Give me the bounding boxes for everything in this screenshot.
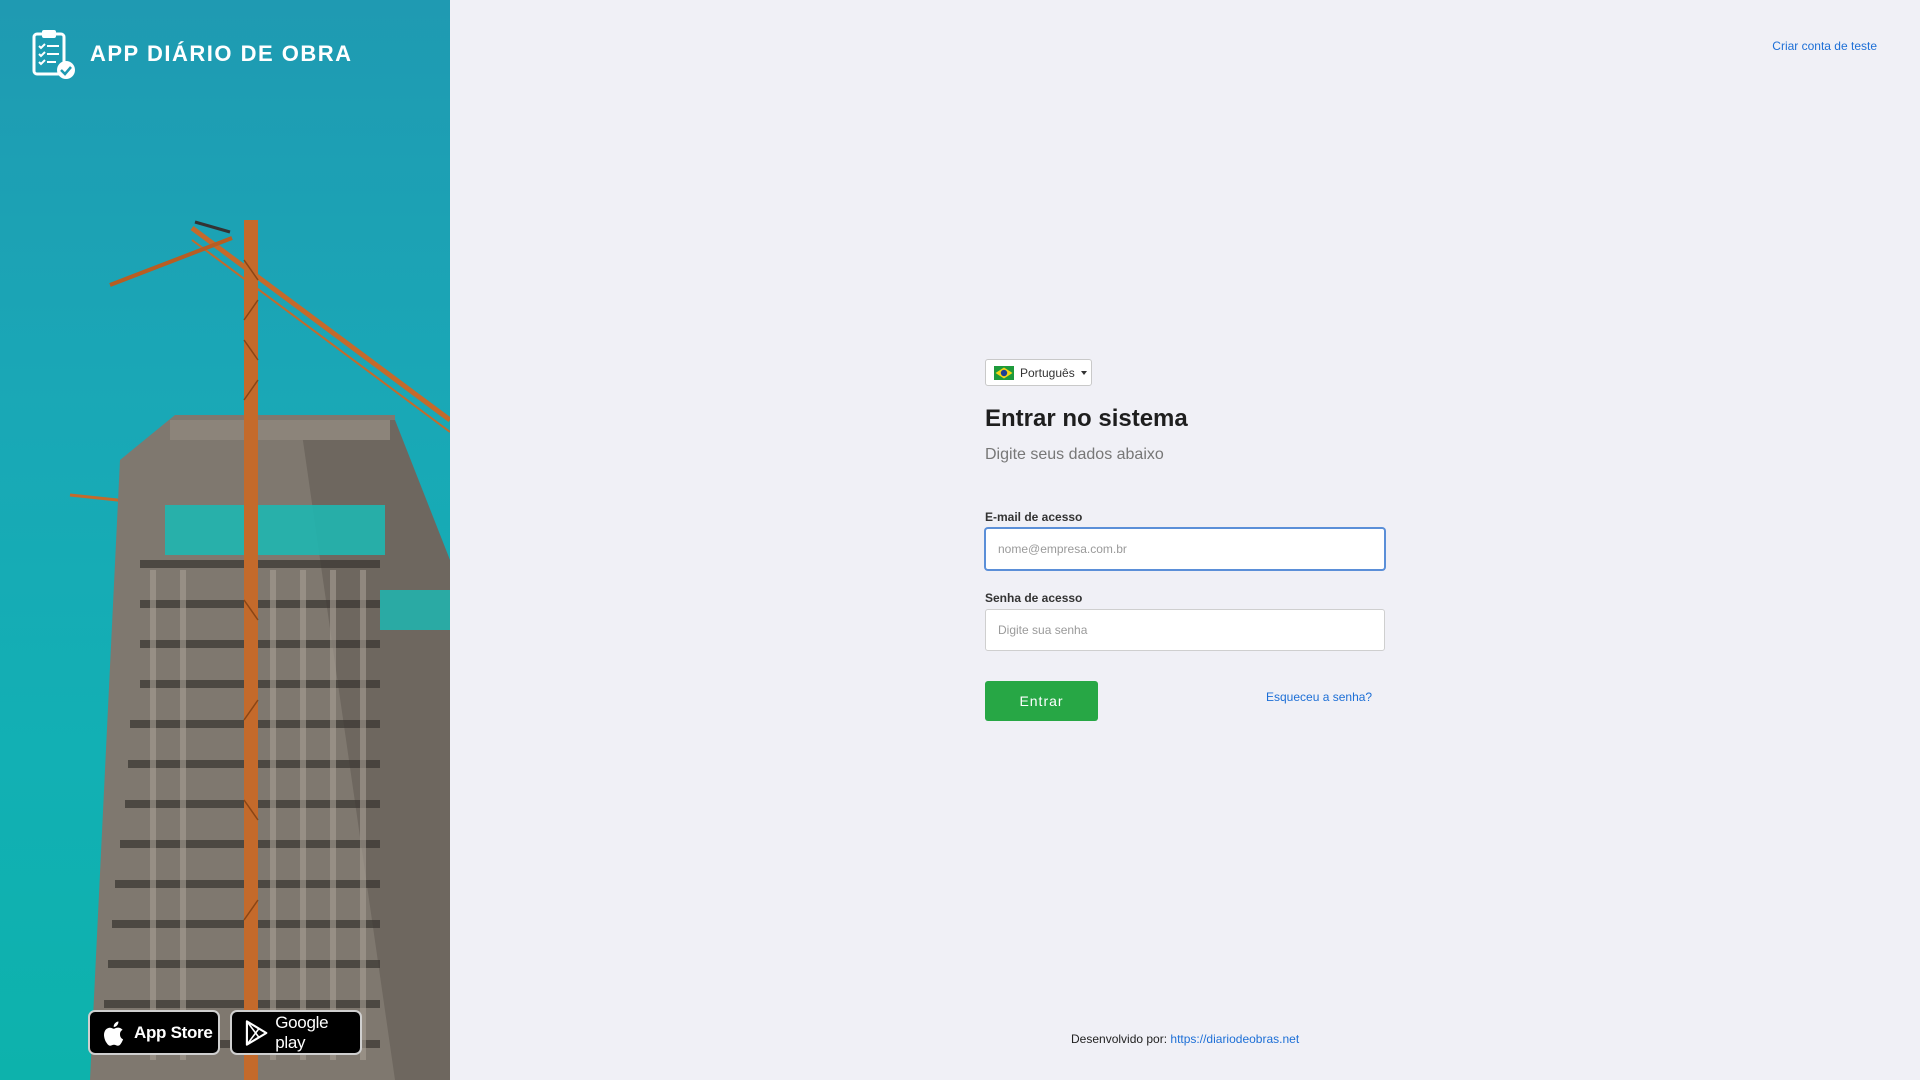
page-subtitle: Digite seus dados abaixo (985, 446, 1164, 463)
password-label: Senha de acesso (985, 591, 1083, 605)
footer-developed-by: Desenvolvido por: (1071, 1032, 1168, 1046)
app-store-button[interactable]: App Store (88, 1010, 220, 1055)
footer: Desenvolvido por: https://diariodeobras.… (1071, 1032, 1299, 1046)
language-label: Português (1020, 365, 1075, 380)
construction-illustration (69, 220, 450, 1080)
forgot-password-link[interactable]: Esqueceu a senha? (1266, 690, 1372, 704)
play-store-icon (245, 1019, 268, 1046)
clipboard-check-icon (32, 30, 75, 79)
password-input[interactable] (985, 609, 1385, 651)
google-play-label: Google play (275, 1012, 329, 1052)
app-store-label: App Store (134, 1022, 213, 1042)
hero-panel: APP DIÁRIO DE OBRA App Store Google play (0, 0, 450, 1080)
footer-site-link[interactable]: https://diariodeobras.net (1170, 1032, 1299, 1046)
caret-down-icon (1080, 370, 1087, 375)
login-button[interactable]: Entrar (985, 681, 1098, 721)
email-input[interactable] (985, 528, 1385, 570)
brand-title: APP DIÁRIO DE OBRA (90, 41, 353, 66)
email-label: E-mail de acesso (985, 510, 1083, 524)
page-title: Entrar no sistema (985, 405, 1188, 432)
google-play-button[interactable]: Google play (230, 1010, 362, 1055)
create-test-account-link[interactable]: Criar conta de teste (1772, 39, 1877, 53)
apple-icon (104, 1021, 124, 1046)
language-dropdown[interactable]: Português (985, 359, 1092, 386)
brazil-flag-icon (994, 365, 1014, 380)
brand: APP DIÁRIO DE OBRA (32, 28, 353, 80)
